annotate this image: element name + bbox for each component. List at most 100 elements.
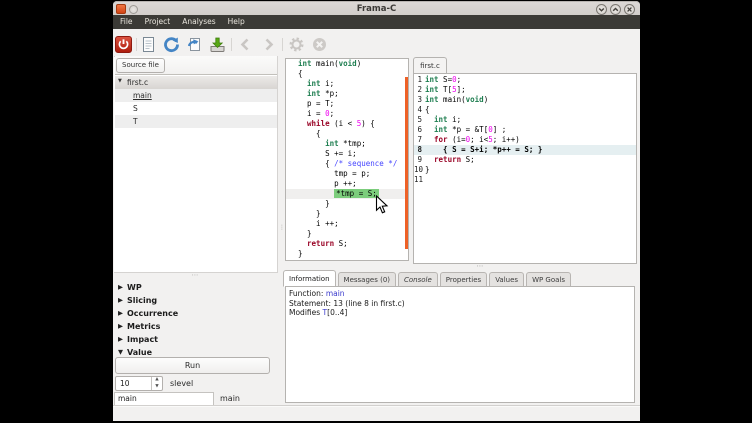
code-line[interactable]: { /* sequence */: [286, 159, 408, 169]
forward-button[interactable]: [260, 36, 277, 53]
source-line-10[interactable]: 10}: [414, 165, 636, 175]
toolbar: [113, 29, 640, 56]
analysis-section-wp[interactable]: ▶WP: [114, 281, 278, 294]
maximize-icon: [611, 5, 620, 14]
code-line[interactable]: i = 0;: [286, 109, 408, 119]
original-source-view[interactable]: 1int S=0;2int T[5];3int main(void)4{5 in…: [413, 73, 637, 264]
save-button[interactable]: [209, 36, 226, 53]
back-button[interactable]: [237, 36, 254, 53]
code-line[interactable]: {: [286, 129, 408, 139]
source-line-5[interactable]: 5 int i;: [414, 115, 636, 125]
source-text: }: [423, 165, 430, 175]
code-line[interactable]: int *p;: [286, 89, 408, 99]
source-line-7[interactable]: 7 for (i=0; i<5; i++): [414, 135, 636, 145]
tab-console[interactable]: Console: [398, 272, 438, 287]
info-line: Statement: 13 (line 8 in first.c): [289, 299, 631, 309]
code-token: ;: [457, 75, 462, 84]
selected-statement[interactable]: *tmp = S;: [334, 189, 379, 198]
expander-icon[interactable]: ▼: [118, 76, 122, 87]
code-line[interactable]: p = T;: [286, 99, 408, 109]
main-function-input[interactable]: main: [114, 392, 214, 406]
tab-wp-goals[interactable]: WP Goals: [526, 272, 571, 287]
code-token: int: [298, 59, 312, 68]
tab-properties[interactable]: Properties: [440, 272, 487, 287]
code-line[interactable]: int main(void): [286, 59, 408, 69]
bottom-horizontal-splitter[interactable]: ⋯: [468, 265, 492, 269]
source-text: int S=0;: [423, 75, 461, 85]
stop-button[interactable]: [311, 36, 328, 53]
slevel-spinbox[interactable]: 10 ▲▼: [115, 376, 163, 391]
source-line-4[interactable]: 4{: [414, 105, 636, 115]
code-line[interactable]: while (i < 5) {: [286, 119, 408, 129]
tree-item-main[interactable]: main: [115, 89, 277, 102]
code-line[interactable]: p ++;: [286, 179, 408, 189]
code-line[interactable]: tmp = p;: [286, 169, 408, 179]
new-file-button[interactable]: [140, 36, 157, 53]
source-line-11[interactable]: 11: [414, 175, 636, 185]
code-scroll-marker[interactable]: [405, 77, 408, 249]
code-line[interactable]: int i;: [286, 79, 408, 89]
menu-file[interactable]: File: [114, 15, 139, 29]
code-token: tmp = p;: [298, 169, 370, 178]
slevel-spin-arrows[interactable]: ▲▼: [151, 377, 162, 390]
code-token: Modifies: [289, 308, 323, 317]
code-token: main(: [439, 95, 466, 104]
line-number: 7: [414, 135, 423, 145]
source-tab-first-c[interactable]: first.c: [413, 57, 447, 74]
code-line[interactable]: }: [286, 229, 408, 239]
minimize-button[interactable]: [596, 4, 607, 15]
menu-help[interactable]: Help: [222, 15, 251, 29]
code-line[interactable]: }: [286, 249, 408, 259]
menu-analyses[interactable]: Analyses: [176, 15, 221, 29]
code-line[interactable]: *tmp = S;: [286, 189, 408, 199]
code-line[interactable]: {: [286, 69, 408, 79]
frama-c-window: Frama-C FileProjectAnalysesHelp: [113, 1, 640, 421]
line-number: 3: [414, 95, 423, 105]
main-vertical-splitter[interactable]: ⋮: [279, 226, 283, 238]
code-line[interactable]: i ++;: [286, 219, 408, 229]
menu-project[interactable]: Project: [139, 15, 177, 29]
reload-button[interactable]: [163, 36, 180, 53]
source-line-2[interactable]: 2int T[5];: [414, 85, 636, 95]
close-button[interactable]: [624, 4, 635, 15]
analysis-section-impact[interactable]: ▶Impact: [114, 333, 278, 346]
source-line-6[interactable]: 6 int *p = &T[0] ;: [414, 125, 636, 135]
code-line[interactable]: return S;: [286, 239, 408, 249]
analysis-section-metrics[interactable]: ▶Metrics: [114, 320, 278, 333]
tree-item-first-c[interactable]: ▼ first.c: [115, 76, 277, 89]
tree-label: first.c: [127, 76, 148, 89]
analysis-section-slicing[interactable]: ▶Slicing: [114, 294, 278, 307]
code-token: void: [466, 95, 484, 104]
tab-messages-0-[interactable]: Messages (0): [338, 272, 396, 287]
code-line[interactable]: }: [286, 209, 408, 219]
code-token: [298, 79, 307, 88]
power-button[interactable]: [115, 36, 132, 53]
code-line[interactable]: }: [286, 199, 408, 209]
normalized-code-view[interactable]: int main(void){ int i; int *p; p = T; i …: [285, 58, 409, 261]
tab-information[interactable]: Information: [283, 270, 336, 287]
code-token: int: [325, 139, 339, 148]
run-button[interactable]: Run: [115, 357, 270, 374]
analysis-section-occurrence[interactable]: ▶Occurrence: [114, 307, 278, 320]
expander-icon: ▶: [118, 307, 123, 320]
code-line[interactable]: int *tmp;: [286, 139, 408, 149]
code-token: ; i++): [493, 135, 520, 144]
maximize-button[interactable]: [610, 4, 621, 15]
forward-icon: [260, 36, 277, 53]
titlebar[interactable]: Frama-C: [113, 1, 640, 15]
source-text: for (i=0; i<5; i++): [423, 135, 520, 145]
tree-item-T[interactable]: T: [115, 115, 277, 128]
tree-item-S[interactable]: S: [115, 102, 277, 115]
code-token: i;: [321, 79, 335, 88]
gear-button[interactable]: [288, 36, 305, 53]
source-file-header[interactable]: Source file: [116, 58, 165, 73]
sidebar-horizontal-splitter[interactable]: ⋯: [183, 274, 207, 278]
code-token: ): [357, 59, 362, 68]
source-line-1[interactable]: 1int S=0;: [414, 75, 636, 85]
source-line-8[interactable]: 8 { S = S+i; *p++ = S; }: [414, 145, 636, 155]
revert-button[interactable]: [186, 36, 203, 53]
source-line-9[interactable]: 9 return S;: [414, 155, 636, 165]
code-line[interactable]: S += i;: [286, 149, 408, 159]
source-line-3[interactable]: 3int main(void): [414, 95, 636, 105]
tab-values[interactable]: Values: [489, 272, 524, 287]
